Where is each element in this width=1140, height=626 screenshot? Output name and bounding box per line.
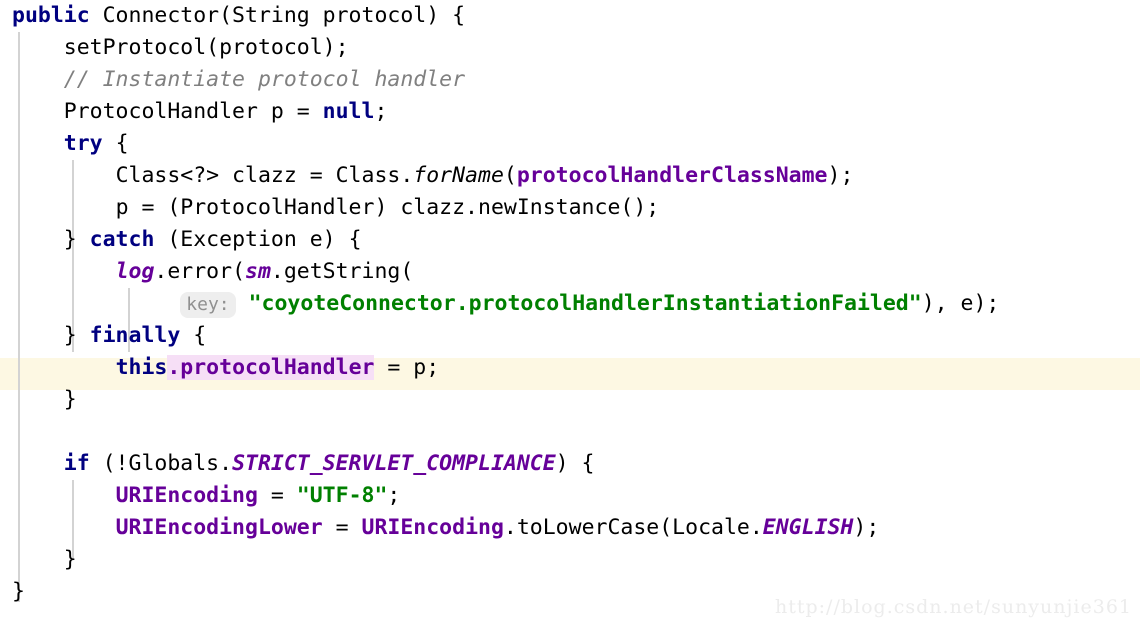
line-2-setprotocol-call: setProtocol(protocol); (12, 35, 349, 60)
code-line-18[interactable]: } (0, 544, 1140, 576)
field-protocolhandler-highlighted: protocolHandler (180, 355, 375, 380)
static-method-forname: forName (413, 163, 504, 188)
code-line-6[interactable]: Class<?> clazz = Class.forName(protocolH… (0, 160, 1140, 192)
code-line-7[interactable]: p = (ProtocolHandler) clazz.newInstance(… (0, 192, 1140, 224)
line-19-close-brace: } (12, 579, 25, 604)
keyword-this: this (115, 355, 168, 380)
line-8-close-brace: } (63, 227, 90, 252)
line-13-close-brace: } (63, 387, 77, 412)
line-7-newinstance: p = (ProtocolHandler) clazz.newInstance(… (115, 195, 660, 220)
field-uriencodinglower: URIEncodingLower (115, 515, 323, 540)
line-15-open-brace: ) { (555, 451, 595, 476)
keyword-try: try (63, 131, 103, 156)
code-line-5[interactable]: try { (0, 128, 1140, 160)
line-17-tolowercase: .toLowerCase(Locale. (503, 515, 763, 540)
static-field-log: log (115, 259, 155, 284)
code-line-11[interactable]: } finally { (0, 320, 1140, 352)
line-16-equals: = (257, 483, 297, 508)
line-8-exception-param: (Exception e) { (154, 227, 362, 252)
keyword-if: if (63, 451, 90, 476)
code-line-14-blank[interactable] (0, 416, 1140, 448)
keyword-catch: catch (89, 227, 155, 252)
code-line-10[interactable]: key: "coyoteConnector.protocolHandlerIns… (0, 288, 1140, 320)
line-6-open-paren: ( (503, 163, 517, 188)
code-line-9[interactable]: log.error(sm.getString( (0, 256, 1140, 288)
code-line-12[interactable]: this.protocolHandler = p; (0, 352, 1140, 384)
line-4-semicolon: ; (374, 99, 388, 124)
string-literal-message-key: "coyoteConnector.protocolHandlerInstanti… (248, 291, 922, 316)
static-field-sm: sm (245, 259, 271, 284)
code-line-8[interactable]: } catch (Exception e) { (0, 224, 1140, 256)
line-1-signature: Connector(String protocol) { (89, 3, 466, 28)
code-line-2[interactable]: setProtocol(protocol); (0, 32, 1140, 64)
line-15-globals: (!Globals. (89, 451, 233, 476)
line-6-close: ); (827, 163, 854, 188)
line-16-semicolon: ; (387, 483, 401, 508)
watermark-url: http://blog.csdn.net/sunyunjie361 (774, 596, 1132, 618)
field-protocolhandlerclassname: protocolHandlerClassName (516, 163, 828, 188)
line-12-dot: . (167, 355, 181, 380)
line-9-error-call: .error( (154, 259, 246, 284)
keyword-finally: finally (89, 323, 181, 348)
line-5-brace: { (102, 131, 129, 156)
field-uriencoding: URIEncoding (115, 483, 258, 508)
code-editor-viewport: public Connector(String protocol) { setP… (0, 0, 1140, 626)
code-line-3[interactable]: // Instantiate protocol handler (0, 64, 1140, 96)
keyword-null: null (322, 99, 375, 124)
code-line-15[interactable]: if (!Globals.STRICT_SERVLET_COMPLIANCE) … (0, 448, 1140, 480)
code-lines[interactable]: public Connector(String protocol) { setP… (0, 0, 1140, 608)
line-6-class-decl: Class<?> clazz = Class. (115, 163, 414, 188)
line-18-close-brace: } (63, 547, 77, 572)
line-3-comment: // Instantiate protocol handler (63, 67, 466, 92)
constant-strict-servlet-compliance: STRICT_SERVLET_COMPLIANCE (232, 451, 556, 476)
line-10-tail: ), e); (921, 291, 1000, 316)
code-line-13[interactable]: } (0, 384, 1140, 416)
code-line-4[interactable]: ProtocolHandler p = null; (0, 96, 1140, 128)
code-line-16[interactable]: URIEncoding = "UTF-8"; (0, 480, 1140, 512)
constant-english: ENGLISH (762, 515, 854, 540)
line-12-assignment: = p; (374, 355, 440, 380)
line-11-open-brace: { (180, 323, 207, 348)
keyword-public: public (12, 3, 90, 28)
parameter-hint-key: key: (180, 292, 236, 318)
line-17-equals: = (322, 515, 362, 540)
line-17-tail: ); (853, 515, 880, 540)
field-uriencoding-ref: URIEncoding (361, 515, 504, 540)
line-11-close-brace: } (63, 323, 90, 348)
line-9-getstring-call: .getString( (270, 259, 414, 284)
code-line-1[interactable]: public Connector(String protocol) { (0, 0, 1140, 32)
line-4-decl: ProtocolHandler p = (63, 99, 323, 124)
string-literal-utf8: "UTF-8" (296, 483, 388, 508)
code-line-17[interactable]: URIEncodingLower = URIEncoding.toLowerCa… (0, 512, 1140, 544)
